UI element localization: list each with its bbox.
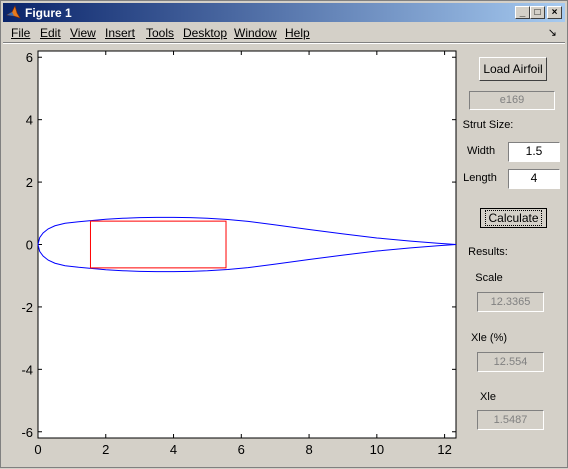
menu-view-label: View — [70, 26, 96, 40]
y-tick-label: -4 — [21, 362, 33, 377]
scale-label: Scale — [471, 272, 507, 286]
width-label: Width — [462, 145, 500, 159]
figure-window: Figure 1 _ □ × File Edit View Insert Too… — [0, 0, 568, 468]
y-tick-label: -6 — [21, 425, 33, 440]
y-tick-label: 0 — [26, 238, 33, 253]
strut-size-label: Strut Size: — [461, 119, 515, 133]
airfoil-name-field: e169 — [469, 91, 555, 110]
y-tick-label: 4 — [26, 113, 33, 128]
length-input[interactable]: 4 — [508, 169, 560, 189]
menu-file[interactable]: File — [11, 26, 30, 40]
y-tick-label: 6 — [26, 50, 33, 65]
plot-area[interactable]: 0 2 4 6 8 10 12 -6 -4 -2 0 2 4 6 — [1, 44, 461, 469]
scale-result-field: 12.3365 — [477, 292, 544, 312]
menu-view[interactable]: View — [70, 26, 96, 40]
close-button[interactable]: × — [547, 6, 562, 19]
menu-file-label: File — [11, 26, 31, 40]
menu-insert[interactable]: Insert — [105, 26, 135, 40]
x-tick-label: 6 — [238, 442, 245, 457]
matlab-logo-icon — [6, 5, 21, 19]
menu-bar: File Edit View Insert Tools Desktop Wind… — [3, 23, 565, 42]
menu-desktop-label: Desktop — [183, 26, 228, 40]
x-tick-label: 4 — [170, 442, 177, 457]
menu-edit-label: Edit — [40, 26, 61, 40]
load-airfoil-button[interactable]: Load Airfoil — [479, 57, 547, 81]
y-tick-label: 2 — [26, 175, 33, 190]
results-label: Results: — [464, 246, 512, 260]
maximize-button[interactable]: □ — [530, 6, 545, 19]
x-tick-label: 2 — [102, 442, 109, 457]
minimize-button[interactable]: _ — [515, 6, 530, 19]
x-tick-label: 10 — [370, 442, 384, 457]
menu-help[interactable]: Help — [285, 26, 310, 40]
xle-label: Xle — [468, 391, 508, 405]
dock-arrow-icon[interactable]: ↘ — [548, 26, 557, 39]
width-input[interactable]: 1.5 — [508, 142, 560, 162]
xle-percent-result-field: 12.554 — [477, 352, 544, 372]
menu-window[interactable]: Window — [234, 26, 277, 40]
xle-percent-label: Xle (%) — [467, 332, 511, 346]
menu-tools[interactable]: Tools — [146, 26, 174, 40]
x-tick-label: 8 — [305, 442, 312, 457]
axes-background — [37, 50, 457, 439]
title-bar[interactable]: Figure 1 _ □ × — [3, 3, 565, 22]
calculate-button[interactable]: Calculate — [480, 208, 547, 228]
xle-result-field: 1.5487 — [477, 410, 544, 430]
x-tick-label: 0 — [34, 442, 41, 457]
calculate-button-label: Calculate — [485, 210, 542, 226]
menu-insert-label: Insert — [105, 26, 136, 40]
menu-tools-label: Tools — [146, 26, 175, 40]
y-tick-label: -2 — [21, 300, 33, 315]
menu-window-label: Window — [234, 26, 277, 40]
menu-help-label: Help — [285, 26, 310, 40]
length-label: Length — [460, 172, 500, 186]
x-tick-label: 12 — [437, 442, 451, 457]
window-title: Figure 1 — [25, 6, 72, 20]
menu-edit[interactable]: Edit — [40, 26, 61, 40]
menu-desktop[interactable]: Desktop — [183, 26, 227, 40]
